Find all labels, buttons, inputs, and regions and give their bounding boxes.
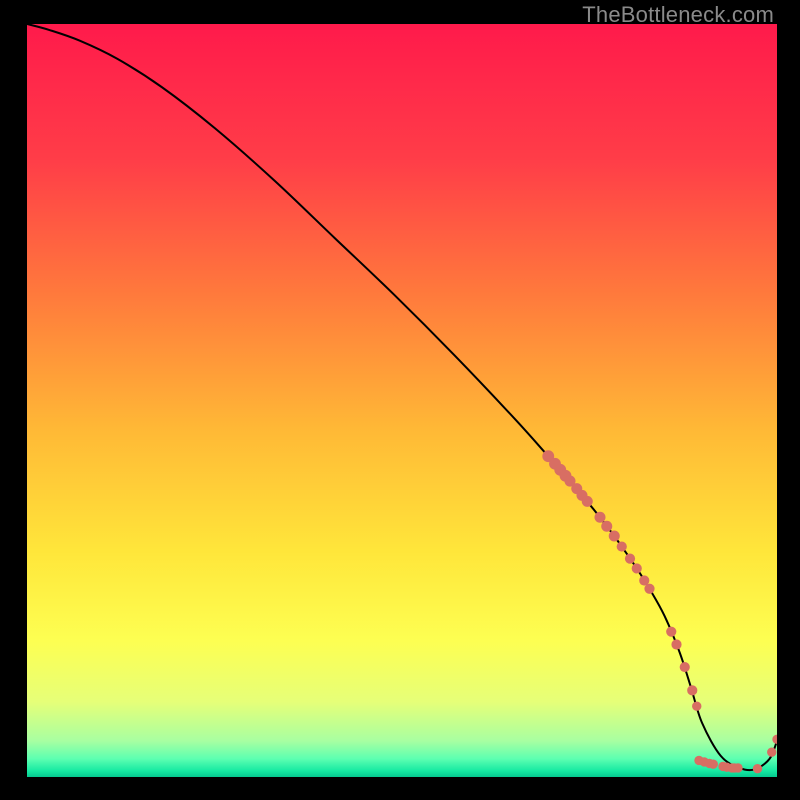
data-marker	[680, 662, 690, 672]
data-marker	[644, 584, 654, 594]
chart-stage: TheBottleneck.com	[0, 0, 800, 800]
watermark-label: TheBottleneck.com	[582, 2, 774, 28]
data-marker	[594, 512, 605, 523]
data-marker	[671, 639, 681, 649]
gradient-background	[27, 24, 777, 777]
data-marker	[609, 531, 620, 542]
chart-svg	[27, 24, 777, 777]
data-marker	[753, 764, 762, 773]
data-marker	[692, 702, 701, 711]
data-marker	[666, 627, 676, 637]
plot-area	[27, 24, 777, 777]
data-marker	[687, 685, 697, 695]
data-marker	[625, 554, 635, 564]
data-marker	[582, 496, 593, 507]
data-marker	[709, 760, 718, 769]
data-marker	[632, 563, 642, 573]
data-marker	[767, 747, 776, 756]
data-marker	[733, 763, 742, 772]
data-marker	[601, 521, 612, 532]
data-marker	[617, 541, 627, 551]
